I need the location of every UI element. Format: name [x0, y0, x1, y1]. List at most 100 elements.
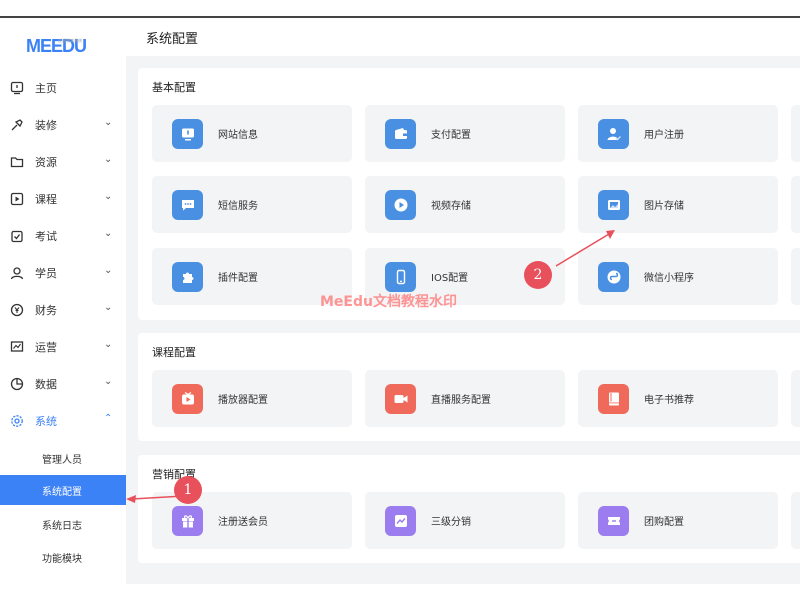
- camera-icon: [385, 384, 416, 414]
- trend-icon: [385, 506, 416, 536]
- sidebar-item-label: 数据: [35, 378, 57, 391]
- sidebar-item-label: 资源: [35, 156, 57, 169]
- sidebar-item-decoration[interactable]: 装修 ⌄: [0, 113, 126, 137]
- sidebar-item-label: 主页: [35, 82, 57, 95]
- card-label: 微信小程序: [644, 273, 694, 284]
- card-sms-service[interactable]: 短信服务: [152, 176, 352, 233]
- sidebar-item-system[interactable]: 系统 ⌃: [0, 409, 126, 433]
- card-group-buy-config[interactable]: 团购配置: [578, 492, 778, 549]
- subnav-item-system-config[interactable]: 系统配置: [0, 475, 126, 505]
- chevron-down-icon: ⌄: [104, 339, 113, 350]
- card-label: 支付配置: [431, 130, 471, 141]
- clipboard-icon: [9, 228, 25, 244]
- watermark: MeEdu文档教程水印: [320, 294, 457, 310]
- sidebar-item-resources[interactable]: 资源 ⌄: [0, 150, 126, 174]
- puzzle-icon: [172, 262, 203, 292]
- card-label: 团购配置: [644, 517, 684, 528]
- card-label: 插件配置: [218, 273, 258, 284]
- card-overflow[interactable]: [791, 105, 800, 162]
- wallet-icon: [385, 119, 416, 149]
- card-player-config[interactable]: 播放器配置: [152, 370, 352, 427]
- chevron-up-icon: ⌃: [104, 413, 113, 424]
- message-icon: [172, 190, 203, 220]
- sidebar-item-home[interactable]: 主页: [0, 76, 126, 100]
- card-label: 三级分销: [431, 517, 471, 528]
- sidebar-item-exams[interactable]: 考试 ⌄: [0, 224, 126, 248]
- subnav-item-system-log[interactable]: 系统日志: [0, 509, 126, 539]
- sidebar-item-courses[interactable]: 课程 ⌄: [0, 187, 126, 211]
- section-title: 基本配置: [152, 81, 196, 94]
- monitor-icon: [172, 119, 203, 149]
- subnav-item-modules[interactable]: 功能模块: [0, 542, 126, 572]
- monitor-icon: [9, 80, 25, 96]
- player-icon: [172, 384, 203, 414]
- user-icon: [9, 265, 25, 281]
- card-overflow[interactable]: [791, 492, 800, 549]
- chart-icon: [9, 339, 25, 355]
- phone-icon: [385, 262, 416, 292]
- section-course-config: 课程配置 播放器配置 直播服务配置 电子书推荐: [138, 333, 800, 441]
- ticket-icon: [598, 506, 629, 536]
- paint-icon: [9, 117, 25, 133]
- card-user-register[interactable]: 用户注册: [578, 105, 778, 162]
- card-site-info[interactable]: 网站信息: [152, 105, 352, 162]
- gift-icon: [172, 506, 203, 536]
- card-label: 注册送会员: [218, 517, 268, 528]
- sidebar-item-label: 学员: [35, 267, 57, 280]
- card-overflow[interactable]: [791, 176, 800, 233]
- card-label: 网站信息: [218, 130, 258, 141]
- mini-program-icon: [598, 262, 629, 292]
- logo[interactable]: MEEDU 在线教育系统: [26, 36, 87, 56]
- card-label: 电子书推荐: [644, 395, 694, 406]
- card-label: 用户注册: [644, 130, 684, 141]
- gear-icon: [9, 413, 25, 429]
- chevron-down-icon: ⌄: [104, 302, 113, 313]
- card-label: IOS配置: [431, 273, 469, 284]
- folder-icon: [9, 154, 25, 170]
- page-title: 系统配置: [146, 32, 199, 47]
- yen-icon: [9, 302, 25, 318]
- card-overflow[interactable]: [791, 248, 800, 305]
- card-overflow[interactable]: [791, 370, 800, 427]
- chevron-down-icon: ⌄: [104, 265, 113, 276]
- sidebar-item-data[interactable]: 数据 ⌄: [0, 372, 126, 396]
- card-live-service[interactable]: 直播服务配置: [365, 370, 565, 427]
- section-title: 课程配置: [152, 346, 196, 359]
- play-icon: [385, 190, 416, 220]
- card-wechat-mini-program[interactable]: 微信小程序: [578, 248, 778, 305]
- card-label: 播放器配置: [218, 395, 268, 406]
- sidebar-item-label: 考试: [35, 230, 57, 243]
- chevron-down-icon: ⌄: [104, 376, 113, 387]
- page-header: 系统配置: [126, 18, 800, 56]
- card-image-storage[interactable]: 图片存储: [578, 176, 778, 233]
- book-icon: [598, 384, 629, 414]
- card-label: 图片存储: [644, 201, 684, 212]
- user-check-icon: [598, 119, 629, 149]
- sidebar-item-label: 财务: [35, 304, 57, 317]
- sidebar-item-label: 课程: [35, 193, 57, 206]
- play-box-icon: [9, 191, 25, 207]
- card-three-level-distribution[interactable]: 三级分销: [365, 492, 565, 549]
- chevron-down-icon: ⌄: [104, 117, 113, 128]
- subnav-item-admins[interactable]: 管理人员: [0, 443, 126, 473]
- sidebar-item-students[interactable]: 学员 ⌄: [0, 261, 126, 285]
- section-marketing-config: 营销配置 注册送会员 三级分销 团购配置: [138, 455, 800, 563]
- card-label: 短信服务: [218, 201, 258, 212]
- sidebar: MEEDU 在线教育系统 主页 装修 ⌄ 资源 ⌄ 课程 ⌄ 考试 ⌄ 学员 ⌄…: [0, 18, 126, 584]
- card-label: 直播服务配置: [431, 395, 491, 406]
- logo-subtitle: 在线教育系统: [58, 38, 82, 43]
- sidebar-item-operations[interactable]: 运营 ⌄: [0, 335, 126, 359]
- card-ebook-recommend[interactable]: 电子书推荐: [578, 370, 778, 427]
- step-badge-2: 2: [524, 261, 552, 289]
- image-icon: [598, 190, 629, 220]
- chevron-down-icon: ⌄: [104, 154, 113, 165]
- sidebar-item-label: 系统: [35, 415, 57, 428]
- card-video-storage[interactable]: 视频存储: [365, 176, 565, 233]
- chevron-down-icon: ⌄: [104, 191, 113, 202]
- card-payment[interactable]: 支付配置: [365, 105, 565, 162]
- pie-icon: [9, 376, 25, 392]
- section-basic-config: 基本配置 网站信息 支付配置 用户注册 短信服务 视频存储 图片存储 插件配置 …: [138, 68, 800, 320]
- sidebar-item-finance[interactable]: 财务 ⌄: [0, 298, 126, 322]
- card-label: 视频存储: [431, 201, 471, 212]
- chevron-down-icon: ⌄: [104, 228, 113, 239]
